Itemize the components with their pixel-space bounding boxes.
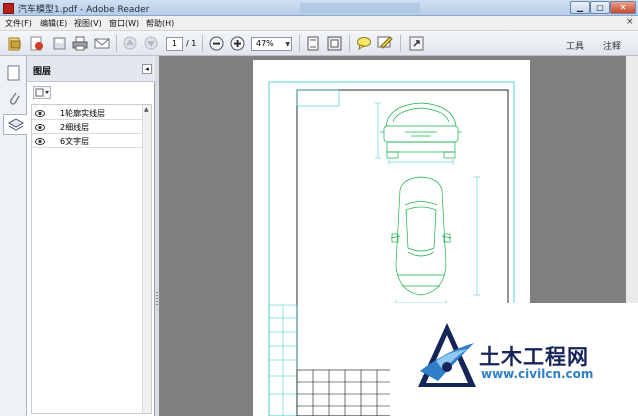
email-icon[interactable] <box>94 35 110 51</box>
eye-icon[interactable] <box>35 137 45 146</box>
save-icon[interactable] <box>51 35 67 51</box>
menu-window[interactable]: 窗口(W) <box>109 18 139 29</box>
title-bar: 汽车模型1.pdf - Adobe Reader ▁ □ ✕ <box>0 0 638 16</box>
window-title: 汽车模型1.pdf - Adobe Reader <box>18 5 150 15</box>
maximize-button[interactable]: □ <box>590 1 610 14</box>
layers-panel: 图层 ◂ 1轮廓实线层 2细线层 6文字层 ▲ <box>27 56 155 416</box>
highlight-icon[interactable] <box>377 35 393 51</box>
close-button[interactable]: ✕ <box>610 1 636 14</box>
fullscreen-icon[interactable] <box>326 35 342 51</box>
zoom-value: 47% <box>256 39 274 48</box>
eye-icon[interactable] <box>35 109 45 118</box>
close-document-button[interactable]: × <box>626 17 634 27</box>
layer-row[interactable]: 2细线层 <box>32 121 142 134</box>
menu-edit[interactable]: 编辑(E) <box>40 18 67 29</box>
layers-icon[interactable] <box>3 114 27 135</box>
fit-page-icon[interactable] <box>305 35 321 51</box>
create-pdf-icon[interactable] <box>6 35 22 51</box>
toolbar-separator <box>116 35 117 52</box>
layer-label: 1轮廓实线层 <box>60 109 106 118</box>
menu-file[interactable]: 文件(F) <box>5 18 32 29</box>
menu-bar: 文件(F) 编辑(E) 视图(V) 窗口(W) 帮助(H) × <box>0 16 638 31</box>
print-icon[interactable] <box>72 35 88 51</box>
comment-pane-button[interactable]: 注释 <box>603 39 621 52</box>
attachments-icon[interactable] <box>3 88 24 109</box>
chevron-down-icon: ▼ <box>285 41 290 48</box>
toolbar-separator <box>202 35 203 52</box>
menu-help[interactable]: 帮助(H) <box>146 18 174 29</box>
layers-list: 1轮廓实线层 2细线层 6文字层 ▲ <box>31 104 152 414</box>
scroll-up-icon[interactable]: ▲ <box>144 106 149 113</box>
layer-label: 2细线层 <box>60 123 90 132</box>
eye-icon[interactable] <box>35 123 45 132</box>
expand-icon[interactable] <box>408 35 424 51</box>
toolbar-separator <box>299 35 300 52</box>
layers-header: 图层 ◂ <box>27 56 155 82</box>
zoom-in-icon[interactable] <box>229 35 245 51</box>
navigation-pane-strip <box>0 56 27 416</box>
page-number-input[interactable]: 1 <box>166 37 183 51</box>
civilcn-logo <box>418 323 476 387</box>
layers-options-button[interactable] <box>33 86 51 99</box>
minimize-button[interactable]: ▁ <box>570 1 590 14</box>
collapse-panel-button[interactable]: ◂ <box>142 64 152 74</box>
splitter-grip[interactable] <box>156 292 158 306</box>
title-bar-blur <box>300 3 420 13</box>
next-page-icon[interactable] <box>143 35 159 51</box>
watermark: 土木工程网 www.civilcn.com <box>390 303 638 416</box>
layers-scrollbar[interactable]: ▲ <box>142 105 151 413</box>
toolbar-separator <box>349 35 350 52</box>
page-thumbnails-icon[interactable] <box>3 62 24 83</box>
comment-icon[interactable] <box>356 35 372 51</box>
layer-row[interactable]: 6文字层 <box>32 135 142 148</box>
watermark-url: www.civilcn.com <box>481 367 594 381</box>
layer-label: 6文字层 <box>60 137 90 146</box>
page-total: / 1 <box>186 39 197 48</box>
tools-pane-button[interactable]: 工具 <box>566 39 584 52</box>
zoom-select[interactable]: 47% ▼ <box>251 37 292 51</box>
toolbar-separator <box>400 35 401 52</box>
zoom-out-icon[interactable] <box>208 35 224 51</box>
layers-title: 图层 <box>33 67 52 77</box>
adobe-reader-icon <box>3 3 14 14</box>
menu-view[interactable]: 视图(V) <box>74 18 102 29</box>
share-icon[interactable] <box>28 35 44 51</box>
toolbar: 1 / 1 47% ▼ 工具 注释 <box>0 31 638 56</box>
layer-row[interactable]: 1轮廓实线层 <box>32 107 142 120</box>
prev-page-icon[interactable] <box>122 35 138 51</box>
